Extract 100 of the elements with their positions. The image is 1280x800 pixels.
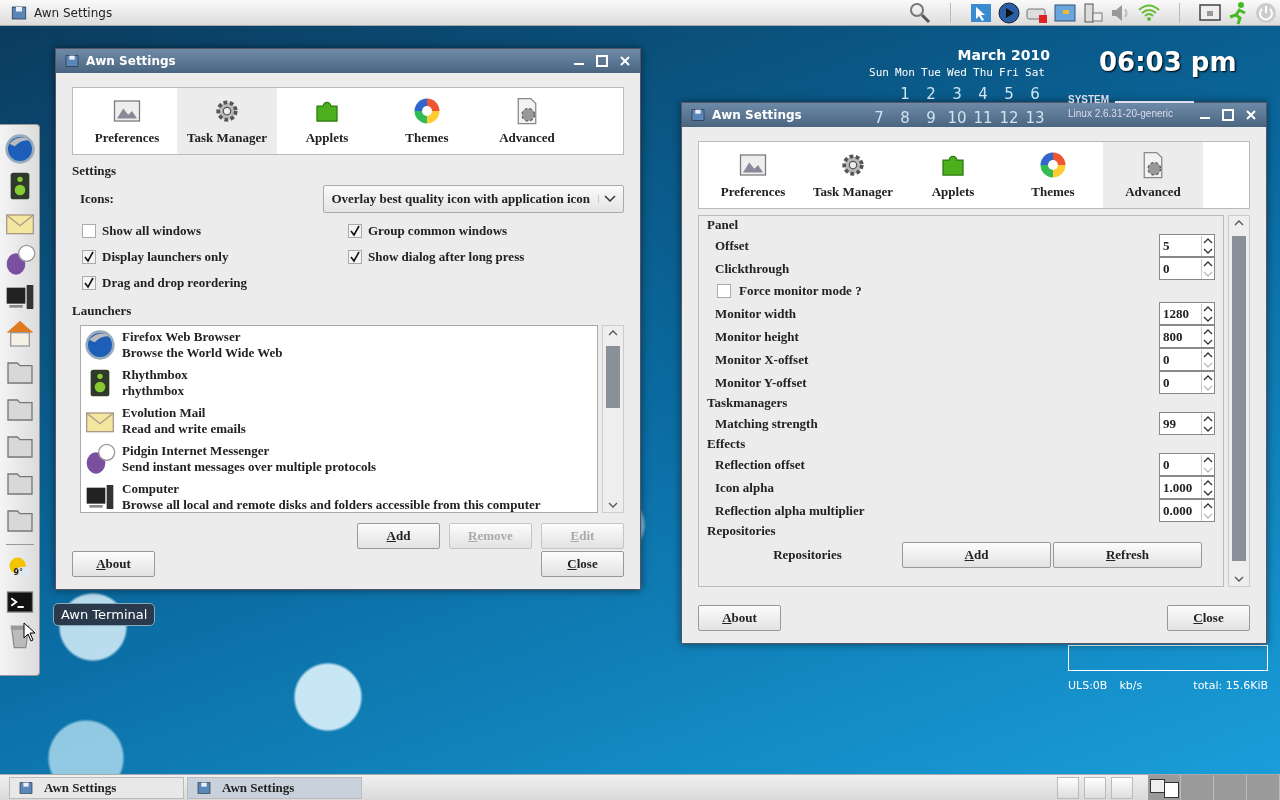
spin-up-icon[interactable] — [1203, 327, 1213, 336]
spin-field[interactable]: 5 — [1159, 234, 1215, 257]
bird-icon — [84, 443, 116, 475]
maximize-icon[interactable] — [595, 54, 609, 68]
taskbar-button[interactable]: Awn Settings — [187, 777, 362, 799]
tab[interactable]: Preferences — [77, 88, 177, 154]
battery-icon[interactable] — [1081, 0, 1105, 25]
spin-up-icon[interactable] — [1203, 373, 1213, 382]
spin-up-icon[interactable] — [1203, 350, 1213, 359]
search-icon[interactable] — [908, 0, 932, 25]
spin-up-icon[interactable] — [1203, 259, 1213, 268]
spin-up-icon[interactable] — [1203, 501, 1213, 510]
spin-down-icon[interactable] — [1203, 424, 1213, 433]
globe-icon[interactable] — [3, 133, 36, 165]
repository-button[interactable]: Refresh — [1053, 541, 1202, 568]
spin-up-icon[interactable] — [1203, 478, 1213, 487]
tab[interactable]: Themes — [1003, 142, 1103, 208]
launcher-item[interactable]: Evolution Mail Read and write emails — [81, 402, 597, 440]
weekday-label: Fri — [998, 66, 1020, 79]
close-icon[interactable] — [1244, 108, 1258, 122]
about-button[interactable]: About — [698, 605, 781, 631]
calendar-day[interactable]: 2 — [918, 85, 944, 103]
tab[interactable]: Applets — [277, 88, 377, 154]
close-icon[interactable] — [618, 54, 632, 68]
scroll-up-icon[interactable] — [1234, 219, 1244, 227]
spin-field[interactable]: 1.000 — [1159, 476, 1215, 499]
scrollbar-thumb[interactable] — [1232, 236, 1246, 561]
spin-down-icon[interactable] — [1203, 488, 1213, 497]
tab[interactable]: Preferences — [703, 142, 803, 208]
calendar-day[interactable]: 11 — [970, 109, 996, 127]
close-button[interactable]: Close — [1167, 605, 1250, 631]
list-button[interactable]: Add — [357, 523, 440, 549]
launcher-item[interactable]: Rhythmbox rhythmbox — [81, 364, 597, 402]
calendar-day[interactable]: 13 — [1022, 109, 1048, 127]
spin-field[interactable]: 0 — [1159, 348, 1215, 371]
spin-down-icon[interactable] — [1203, 337, 1213, 346]
checkbox[interactable] — [82, 276, 96, 290]
spin-down-icon[interactable] — [1203, 246, 1213, 255]
checkbox[interactable] — [82, 224, 96, 238]
setting-label: Reflection alpha multiplier — [715, 502, 865, 519]
checkbox[interactable] — [348, 224, 362, 238]
window-title: Awn Settings — [86, 54, 176, 68]
section-heading: Settings — [72, 163, 118, 179]
launcher-item[interactable]: Computer Browse all local and remote disks and folders accessible from this computer — [81, 478, 597, 512]
spin-field[interactable]: 0 — [1159, 371, 1215, 394]
launcher-item[interactable]: Pidgin Internet Messenger Send instant messages over multiple protocols — [81, 440, 597, 478]
weekday-label: Mon — [894, 66, 916, 79]
spin-field[interactable]: 0 — [1159, 453, 1215, 476]
scroll-down-icon[interactable] — [608, 501, 618, 509]
dropdown[interactable]: Overlay best quality icon with application icon — [323, 185, 624, 213]
calendar-day[interactable]: 5 — [996, 85, 1022, 103]
taskbar-button[interactable]: Awn Settings — [9, 777, 184, 799]
play-icon[interactable] — [997, 0, 1021, 25]
calendar-day[interactable]: 9 — [918, 109, 944, 127]
spin-field[interactable]: 0 — [1159, 257, 1215, 280]
checkbox[interactable] — [348, 250, 362, 264]
weekday-label: Wed — [946, 66, 968, 79]
about-button[interactable]: About — [72, 551, 155, 577]
calendar-day[interactable]: 3 — [944, 85, 970, 103]
spin-field[interactable]: 800 — [1159, 325, 1215, 348]
checkbox[interactable] — [82, 250, 96, 264]
scrollbar-thumb[interactable] — [606, 346, 620, 408]
clock: 06:03 pm — [1099, 47, 1237, 77]
tab[interactable]: Themes — [377, 88, 477, 154]
close-button[interactable]: Close — [541, 551, 624, 577]
calendar-day[interactable]: 10 — [944, 109, 970, 127]
setting-label: Monitor Y-offset — [715, 374, 807, 391]
scroll-up-icon[interactable] — [608, 329, 618, 337]
scrollbar[interactable] — [1228, 215, 1250, 587]
tab[interactable]: Task Manager — [177, 88, 277, 154]
setting-label: Reflection offset — [715, 456, 805, 473]
checkbox-label: Show dialog after long press — [368, 249, 525, 265]
calendar-day[interactable]: 6 — [1022, 85, 1048, 103]
calendar-day[interactable]: 8 — [892, 109, 918, 127]
calendar-day[interactable]: 1 — [892, 85, 918, 103]
spin-field[interactable]: 0.000 — [1159, 499, 1215, 522]
calendar-day[interactable]: 12 — [996, 109, 1022, 127]
spin-up-icon[interactable] — [1203, 304, 1213, 313]
launcher-item[interactable]: Firefox Web Browser Browse the World Wide Web — [81, 326, 597, 364]
repository-button[interactable]: Add — [902, 541, 1051, 568]
spin-field[interactable]: 99 — [1159, 412, 1215, 435]
scrollbar[interactable] — [602, 325, 624, 513]
setting-label: Matching strength — [715, 415, 818, 432]
spin-up-icon[interactable] — [1203, 414, 1213, 423]
weekday-label: Thu — [972, 66, 994, 79]
tab[interactable]: Task Manager — [803, 142, 903, 208]
spin-up-icon[interactable] — [1203, 455, 1213, 464]
maximize-icon[interactable] — [1221, 108, 1235, 122]
checkbox[interactable] — [717, 284, 731, 298]
calendar-day[interactable]: 4 — [970, 85, 996, 103]
workspace-switcher[interactable] — [1148, 775, 1280, 800]
scroll-down-icon[interactable] — [1234, 575, 1244, 583]
tab[interactable]: Applets — [903, 142, 1003, 208]
tab[interactable]: Advanced — [477, 88, 577, 154]
weekday-label: Sat — [1024, 66, 1046, 79]
checkbox-label: Force monitor mode ? — [739, 283, 862, 299]
spin-down-icon[interactable] — [1203, 314, 1213, 323]
spin-up-icon[interactable] — [1203, 236, 1213, 245]
tab[interactable]: Advanced — [1103, 142, 1203, 208]
spin-field[interactable]: 1280 — [1159, 302, 1215, 325]
